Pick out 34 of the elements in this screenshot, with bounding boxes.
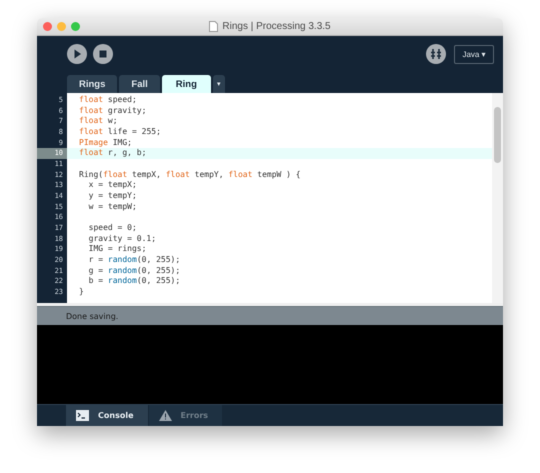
debugger-button[interactable] bbox=[426, 44, 446, 64]
code-line: float w; bbox=[79, 116, 118, 126]
code-line: g = random(0, 255); bbox=[88, 266, 180, 274]
terminal-icon bbox=[76, 410, 89, 421]
minimize-button[interactable] bbox=[57, 22, 66, 31]
mode-selector[interactable]: Java ▾ bbox=[454, 44, 494, 64]
warning-icon bbox=[158, 410, 172, 421]
stop-button[interactable] bbox=[93, 44, 113, 64]
code-line: float speed; bbox=[79, 95, 137, 104]
code-line: float gravity; bbox=[79, 106, 146, 115]
code-line: y = tempY; bbox=[88, 190, 137, 200]
code-line: float life = 255; bbox=[79, 126, 161, 136]
console-tab[interactable]: Console bbox=[66, 405, 148, 426]
window-title: Rings | Processing 3.3.5 bbox=[222, 21, 331, 32]
status-message: Done saving. bbox=[66, 312, 118, 320]
scrollbar-thumb[interactable] bbox=[494, 107, 501, 163]
document-icon bbox=[209, 21, 218, 32]
code-line: Ring(float tempX, float tempY, float tempW ) { bbox=[79, 170, 301, 179]
zoom-button[interactable] bbox=[71, 22, 80, 31]
code-line: gravity = 0.1; bbox=[88, 234, 156, 243]
code-line: speed = 0; bbox=[88, 222, 137, 232]
code-line: r = random(0, 255); bbox=[88, 254, 180, 264]
code-line: w = tempW; bbox=[88, 202, 137, 211]
code-line: b = random(0, 255); bbox=[88, 276, 180, 286]
code-line: } bbox=[79, 286, 84, 296]
run-button[interactable] bbox=[67, 44, 87, 64]
code-line: x = tempX; bbox=[88, 180, 137, 190]
code-line: IMG = rings; bbox=[88, 244, 146, 254]
sketch-tab[interactable]: Ring bbox=[162, 75, 211, 93]
code-line: float r, g, b; bbox=[79, 148, 146, 158]
code-line: PImage IMG; bbox=[79, 138, 132, 147]
sketch-tab[interactable]: Rings bbox=[67, 75, 118, 93]
sketch-tab[interactable]: Fall bbox=[119, 75, 160, 93]
close-button[interactable] bbox=[43, 22, 52, 31]
